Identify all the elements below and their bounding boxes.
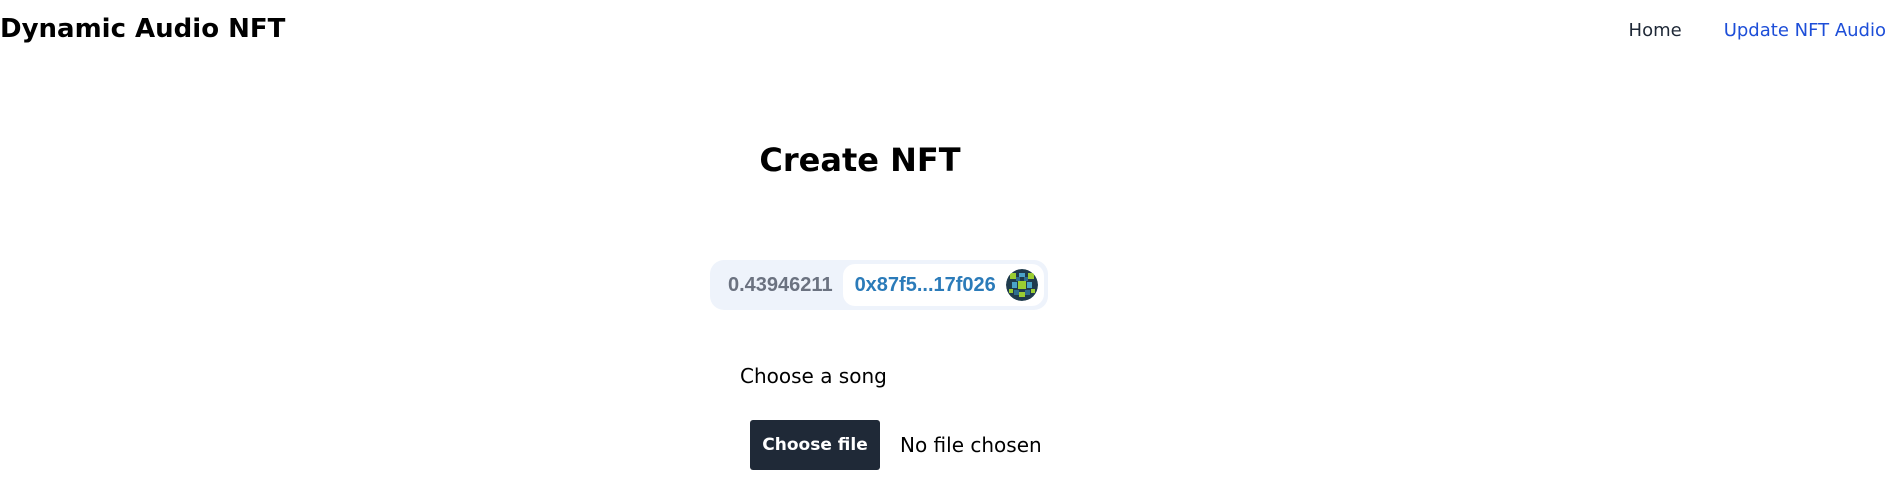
main-content: Create NFT 0.43946211 0x87f5...17f026 Ch… <box>0 60 1892 484</box>
nav-update-nft-audio-link[interactable]: Update NFT Audio <box>1724 20 1886 41</box>
wallet-account-button[interactable]: 0x87f5...17f026 <box>842 264 1044 306</box>
wallet-connect-widget: 0.43946211 0x87f5...17f026 <box>710 260 1048 310</box>
song-field-label: Choose a song <box>740 364 887 388</box>
navbar: Dynamic Audio NFT Home Update NFT Audio <box>0 0 1892 60</box>
file-status: No file chosen <box>900 433 1042 457</box>
page: Dynamic Audio NFT Home Update NFT Audio … <box>0 0 1892 484</box>
choose-file-button[interactable]: Choose file <box>750 420 880 470</box>
nav-links: Home Update NFT Audio <box>1629 20 1886 41</box>
app-title: Dynamic Audio NFT <box>0 14 286 44</box>
wallet-balance: 0.43946211 <box>728 273 833 296</box>
nav-home-link[interactable]: Home <box>1629 20 1682 41</box>
wallet-address: 0x87f5...17f026 <box>854 273 996 296</box>
file-input: Choose file No file chosen <box>750 420 1042 470</box>
identicon-avatar-icon <box>1005 269 1038 301</box>
page-heading: Create NFT <box>759 141 961 179</box>
